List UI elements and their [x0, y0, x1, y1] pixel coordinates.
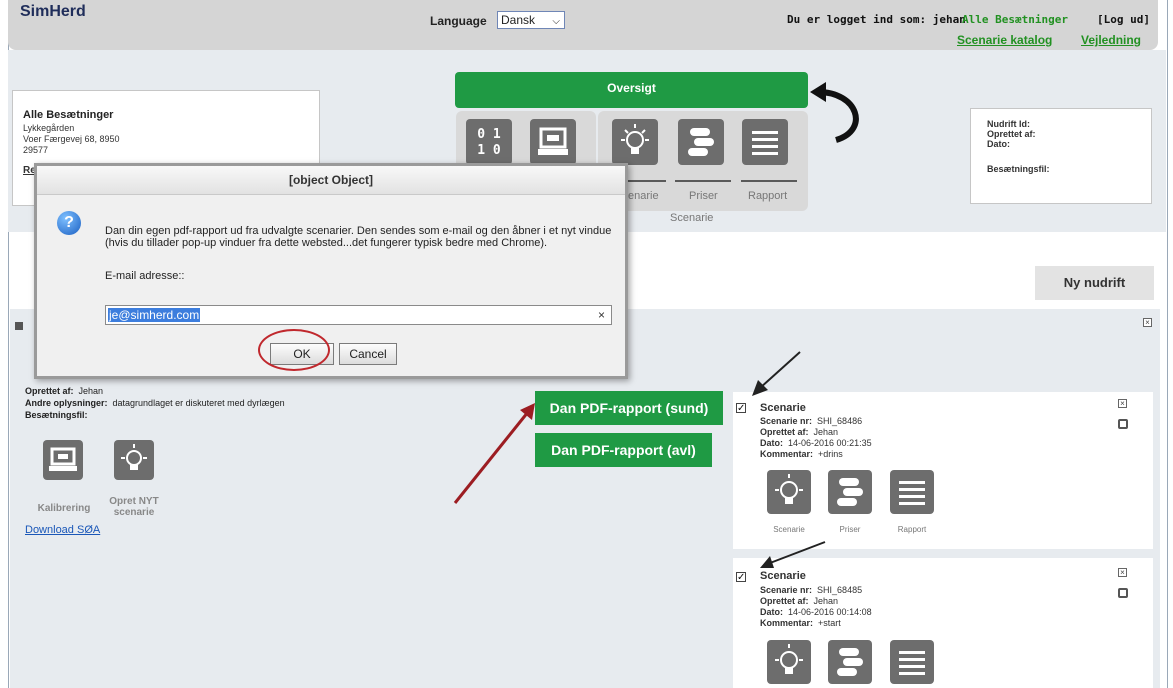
dialog-message: Dan din egen pdf-rapport ud fra udvalgte…: [105, 225, 612, 249]
ok-highlight-ring: [258, 329, 330, 371]
clear-icon[interactable]: ×: [598, 308, 605, 322]
pdf-dialog: [object Object] ? Dan din egen pdf-rappo…: [34, 163, 628, 379]
email-value: je@simherd.com: [108, 308, 201, 322]
black-arrow-2: [760, 541, 826, 568]
question-icon: ?: [57, 211, 81, 235]
cancel-button[interactable]: Cancel: [339, 343, 397, 365]
email-label: E-mail adresse::: [105, 270, 185, 282]
red-arrow: [453, 403, 535, 504]
dialog-title: [object Object]: [37, 166, 625, 195]
black-arrow-1: [752, 351, 801, 396]
email-input[interactable]: je@simherd.com ×: [105, 305, 612, 325]
